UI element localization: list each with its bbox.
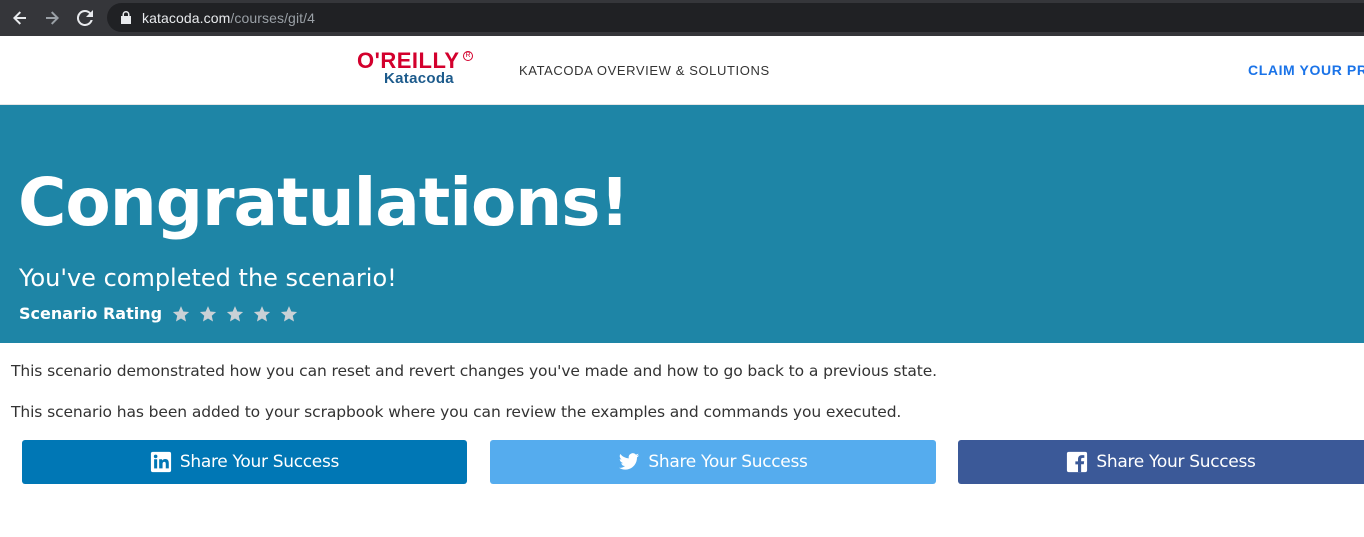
share-twitter-button[interactable]: Share Your Success xyxy=(490,440,936,484)
star-icon[interactable] xyxy=(226,305,244,323)
share-facebook-label: Share Your Success xyxy=(1096,452,1256,472)
lock-icon[interactable] xyxy=(118,10,134,26)
site-header: O'REILLY R Katacoda KATACODA OVERVIEW & … xyxy=(0,36,1364,105)
nav-link-overview[interactable]: KATACODA OVERVIEW & SOLUTIONS xyxy=(519,63,770,79)
url-path: /courses/git/4 xyxy=(230,9,316,26)
star-icon[interactable] xyxy=(199,305,217,323)
url-host: katacoda.com xyxy=(142,9,231,26)
facebook-icon xyxy=(1067,451,1088,473)
rating-stars xyxy=(172,305,307,323)
logo-oreilly-text: O'REILLY xyxy=(357,48,460,73)
star-icon[interactable] xyxy=(253,305,271,323)
share-linkedin-button[interactable]: Share Your Success xyxy=(22,440,467,484)
page-title: Congratulations! xyxy=(18,164,630,241)
nav-link-claim[interactable]: CLAIM YOUR PRO xyxy=(1248,62,1364,79)
reload-icon[interactable] xyxy=(75,8,95,28)
star-icon[interactable] xyxy=(172,305,190,323)
share-linkedin-label: Share Your Success xyxy=(179,452,340,472)
oreilly-katacoda-logo[interactable]: O'REILLY R Katacoda xyxy=(357,48,473,90)
back-arrow-icon[interactable] xyxy=(10,8,30,28)
registered-mark-icon: R xyxy=(463,51,473,61)
page-subtitle: You've completed the scenario! xyxy=(19,264,397,292)
star-icon[interactable] xyxy=(280,305,298,323)
address-bar[interactable]: katacoda.com/courses/git/4 xyxy=(107,3,1364,32)
rating-label: Scenario Rating xyxy=(19,304,163,323)
linkedin-icon xyxy=(150,451,171,473)
scrapbook-paragraph: This scenario has been added to your scr… xyxy=(11,403,902,421)
forward-arrow-icon[interactable] xyxy=(42,8,62,28)
url-text[interactable]: katacoda.com/courses/git/4 xyxy=(142,10,315,26)
hero-banner: Congratulations! You've completed the sc… xyxy=(0,105,1364,343)
share-facebook-button[interactable]: Share Your Success xyxy=(958,440,1364,484)
summary-paragraph: This scenario demonstrated how you can r… xyxy=(11,362,937,380)
logo-katacoda-text: Katacoda xyxy=(384,70,454,87)
twitter-icon xyxy=(619,453,640,470)
browser-toolbar: katacoda.com/courses/git/4 xyxy=(0,0,1364,36)
share-twitter-label: Share Your Success xyxy=(648,452,808,472)
scenario-rating: Scenario Rating xyxy=(19,304,307,324)
